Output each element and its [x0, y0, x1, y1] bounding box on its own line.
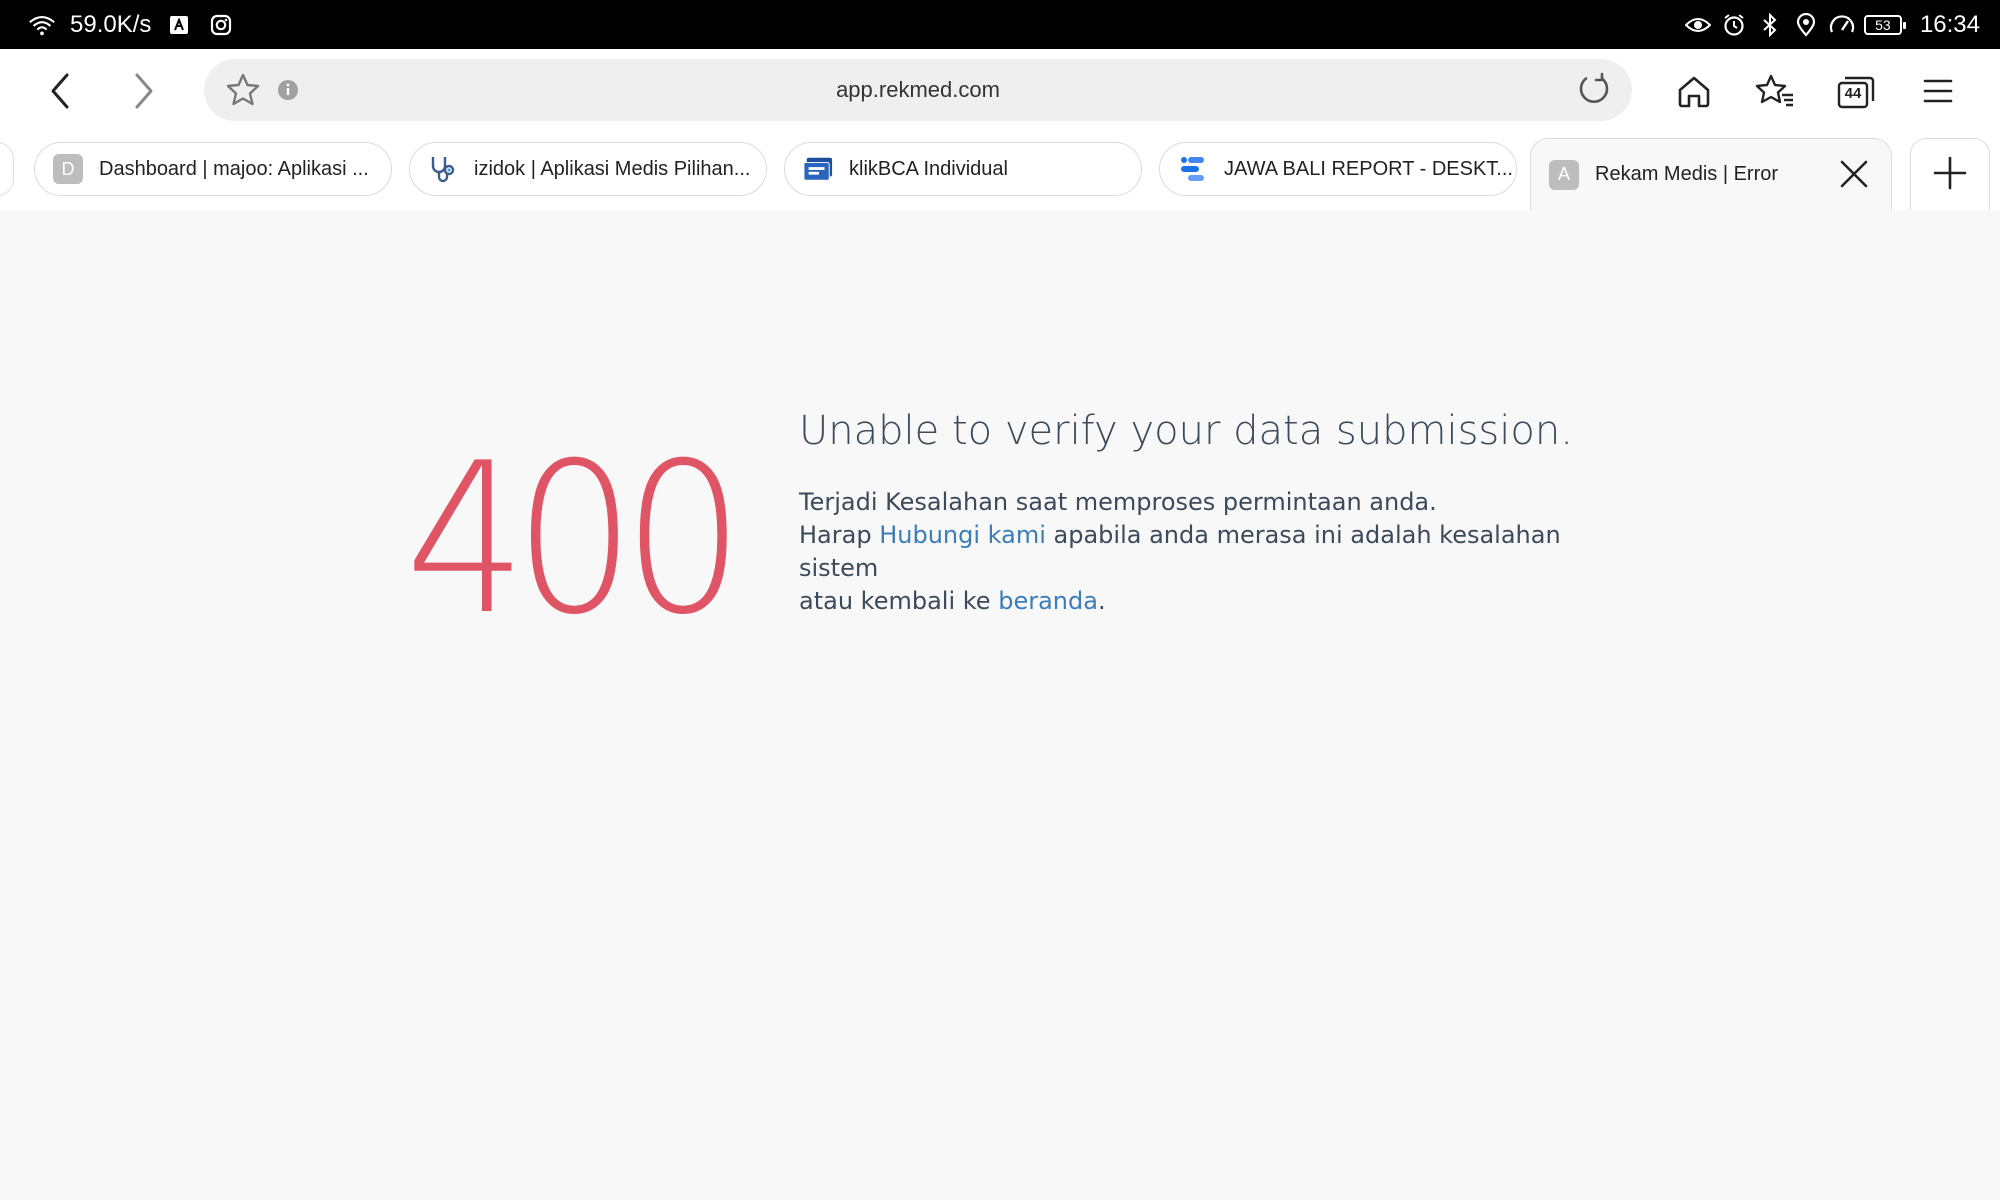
home-icon — [1676, 73, 1712, 113]
close-icon — [1840, 160, 1868, 188]
error-line-2: Harap Hubungi kami apabila anda merasa i… — [799, 521, 1561, 582]
error-code: 400 — [405, 419, 744, 661]
bookmarks-list-icon — [1755, 73, 1795, 113]
tab-klikbca[interactable]: klikBCA Individual — [784, 142, 1142, 196]
tab-label: klikBCA Individual — [849, 157, 1008, 180]
reload-icon[interactable] — [1574, 70, 1614, 110]
menu-button[interactable] — [1908, 63, 1968, 123]
stethoscope-icon — [428, 154, 458, 184]
hamburger-menu-icon — [1923, 76, 1953, 110]
back-button[interactable] — [30, 63, 90, 123]
home-button[interactable] — [1664, 63, 1724, 123]
bluetooth-icon — [1756, 11, 1784, 39]
close-tab-button[interactable] — [1837, 157, 1871, 191]
eye-icon — [1684, 11, 1712, 39]
battery-indicator: 53 — [1863, 14, 1906, 35]
tab-rekam-medis-active[interactable]: A Rekam Medis | Error — [1530, 138, 1892, 210]
new-tab-button[interactable] — [1910, 138, 1990, 210]
tab-partial[interactable] — [0, 142, 14, 196]
network-speed: 59.0K/s — [70, 10, 152, 38]
chevron-right-icon — [131, 71, 157, 115]
plus-icon — [1933, 156, 1967, 194]
error-line-1: Terjadi Kesalahan saat memproses permint… — [799, 488, 1437, 516]
translate-icon — [165, 11, 193, 39]
error-title: Unable to verify your data submission. — [799, 408, 1573, 454]
url-text[interactable]: app.rekmed.com — [204, 59, 1632, 121]
tab-label: izidok | Aplikasi Medis Pilihan... — [474, 157, 751, 180]
address-bar[interactable]: app.rekmed.com — [204, 59, 1632, 121]
contact-us-link[interactable]: Hubungi kami — [879, 521, 1046, 549]
status-bar: 59.0K/s 53 16:34 — [0, 0, 2000, 49]
wifi-icon — [28, 11, 56, 39]
location-icon — [1792, 11, 1820, 39]
tabs-icon: 44 — [1837, 75, 1875, 111]
chevron-left-icon — [47, 71, 73, 115]
tab-label: Rekam Medis | Error — [1595, 163, 1779, 185]
tab-label: Dashboard | majoo: Aplikasi ... — [99, 157, 369, 180]
speed-icon — [1828, 11, 1856, 39]
error-message: Terjadi Kesalahan saat memproses permint… — [799, 486, 1619, 618]
alarm-icon — [1720, 11, 1748, 39]
instagram-icon — [207, 11, 235, 39]
home-link[interactable]: beranda — [998, 587, 1098, 615]
error-line-3: atau kembali ke beranda. — [799, 587, 1106, 615]
tab-jawa-bali-report[interactable]: JAWA BALI REPORT - DESKT... — [1159, 142, 1517, 196]
page-content: 400 Unable to verify your data submissio… — [0, 210, 2000, 1200]
tab-strip: D Dashboard | majoo: Aplikasi ... izidok… — [0, 138, 2000, 210]
browser-toolbar: app.rekmed.com 44 — [0, 49, 2000, 138]
tab-dashboard[interactable]: D Dashboard | majoo: Aplikasi ... — [34, 142, 392, 196]
bookmarks-button[interactable] — [1745, 63, 1805, 123]
bca-icon — [803, 154, 833, 184]
tab-izidok[interactable]: izidok | Aplikasi Medis Pilihan... — [409, 142, 767, 196]
clock: 16:34 — [1919, 10, 1980, 38]
lookerstudio-icon — [1178, 154, 1208, 184]
tab-count: 44 — [1844, 85, 1862, 102]
favicon: D — [53, 154, 83, 184]
tab-switcher-button[interactable]: 44 — [1826, 63, 1886, 123]
tab-label: JAWA BALI REPORT - DESKT... — [1224, 157, 1513, 180]
forward-button[interactable] — [114, 63, 174, 123]
favicon: A — [1549, 159, 1579, 190]
